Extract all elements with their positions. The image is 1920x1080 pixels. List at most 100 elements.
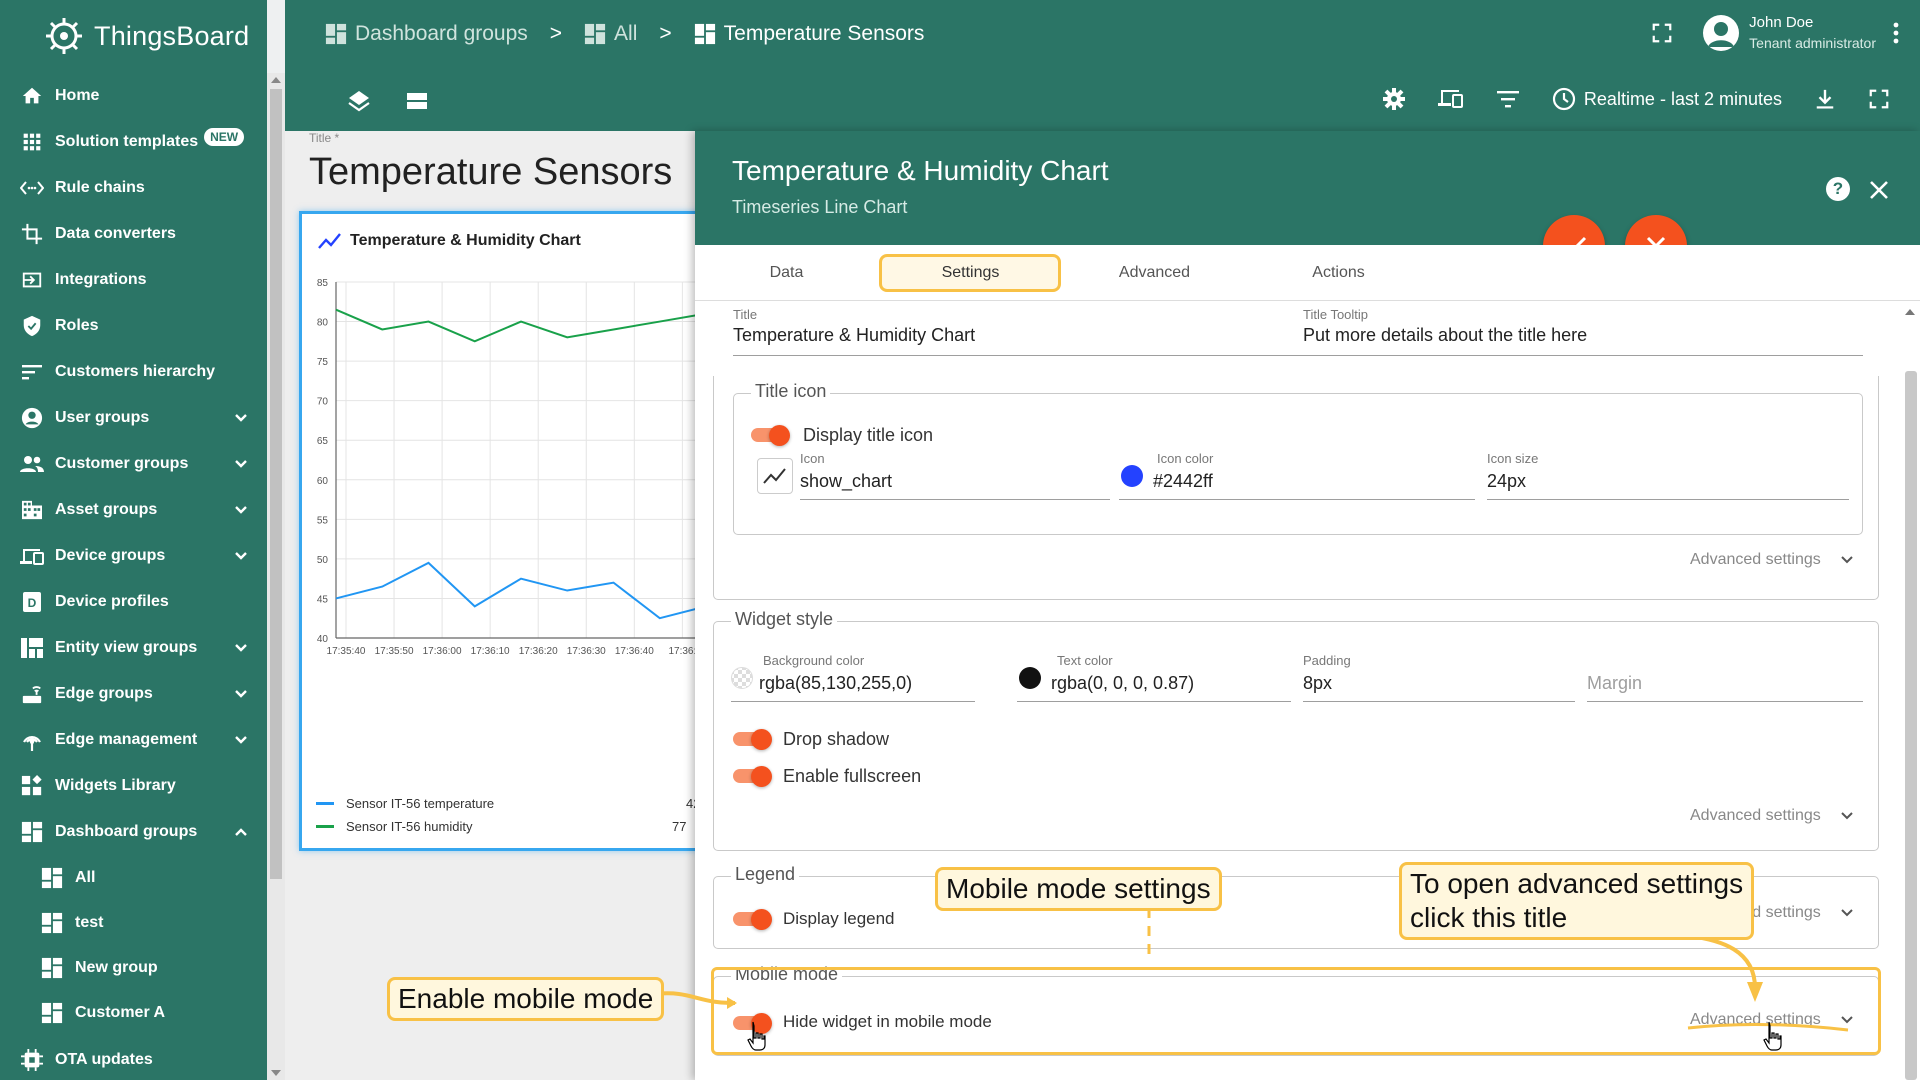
- user-role: Tenant administrator: [1749, 35, 1876, 51]
- title-field[interactable]: Temperature & Humidity Chart: [733, 325, 975, 346]
- scroll-down-icon[interactable]: [271, 1070, 281, 1076]
- sidebar-item-label: Rule chains: [55, 179, 145, 196]
- input-icon: [20, 268, 44, 292]
- text-color-field[interactable]: rgba(0, 0, 0, 0.87): [1051, 673, 1194, 694]
- sidebar-item-asset-groups[interactable]: Asset groups: [0, 487, 267, 533]
- chevron-down-icon[interactable]: [233, 548, 249, 564]
- gear-icon[interactable]: [1382, 87, 1406, 111]
- chevron-down-icon[interactable]: [233, 456, 249, 472]
- tab-actions[interactable]: Actions: [1247, 245, 1430, 301]
- y-tick-label: 65: [317, 436, 329, 447]
- user-menu[interactable]: John Doe Tenant administrator: [1703, 14, 1876, 51]
- text-color-swatch[interactable]: [1019, 667, 1041, 689]
- account-circle-icon: [20, 406, 44, 430]
- scrollbar-thumb[interactable]: [1905, 371, 1917, 1080]
- breadcrumb-all[interactable]: All: [584, 22, 637, 46]
- tooltip-field[interactable]: Put more details about the title here: [1303, 325, 1587, 346]
- sidebar-item-user-groups[interactable]: User groups: [0, 395, 267, 441]
- breadcrumb-dashboard-groups[interactable]: Dashboard groups: [325, 22, 528, 46]
- help-icon[interactable]: ?: [1826, 177, 1850, 201]
- chevron-down-icon[interactable]: [233, 640, 249, 656]
- callout-open-advanced-settings: To open advanced settings click this tit…: [1399, 862, 1755, 940]
- sidebar-scrollbar[interactable]: [267, 73, 285, 1080]
- layers-icon[interactable]: [347, 89, 371, 113]
- y-tick-label: 85: [317, 278, 329, 289]
- scroll-up-icon[interactable]: [271, 77, 281, 83]
- sidebar-item-entity-view-groups[interactable]: Entity view groups: [0, 625, 267, 671]
- sidebar-item-label: User groups: [55, 409, 150, 426]
- sidebar-item-edge-management[interactable]: Edge management: [0, 717, 267, 763]
- sidebar-item-device-groups[interactable]: Device groups: [0, 533, 267, 579]
- view-quilt-icon: [20, 636, 44, 660]
- y-tick-label: 55: [317, 515, 329, 526]
- legend-row[interactable]: Sensor IT-56 humidity 77: [316, 815, 686, 838]
- more-vert-icon[interactable]: [1892, 21, 1900, 45]
- panel-tabs: Data Settings Advanced Actions: [695, 245, 1920, 301]
- chart-widget[interactable]: Temperature & Humidity Chart 85 80 75 70 65 6…: [299, 211, 709, 851]
- chevron-down-icon[interactable]: [233, 686, 249, 702]
- sidebar-item-ota-updates[interactable]: OTA updates: [0, 1035, 267, 1080]
- sidebar-item-label: Home: [55, 87, 100, 104]
- sidebar-item-dashboard-groups[interactable]: Dashboard groups: [0, 809, 267, 855]
- sidebar-item-edge-groups[interactable]: Edge groups: [0, 671, 267, 717]
- x-tick-label: 17:36:00: [423, 646, 462, 657]
- avatar: [1703, 14, 1740, 51]
- sidebar-item-label: Device groups: [55, 547, 166, 564]
- sidebar-item-integrations[interactable]: Integrations: [0, 257, 267, 303]
- sidebar-item-roles[interactable]: Roles: [0, 303, 267, 349]
- brand[interactable]: ThingsBoard: [42, 14, 249, 58]
- margin-field[interactable]: Margin: [1587, 673, 1642, 694]
- sidebar-item-customer-groups[interactable]: Customer groups: [0, 441, 267, 487]
- sidebar-subitem-all[interactable]: All: [0, 855, 267, 900]
- scroll-up-icon[interactable]: [1905, 309, 1915, 315]
- chevron-down-icon[interactable]: [233, 410, 249, 426]
- display-legend-toggle[interactable]: [733, 909, 773, 930]
- sidebar-item-label: Entity view groups: [55, 639, 198, 656]
- sidebar-subitem-new-group[interactable]: New group: [0, 945, 267, 990]
- sidebar-subitem-customer-a[interactable]: Customer A: [0, 990, 267, 1035]
- tab-data[interactable]: Data: [695, 245, 878, 301]
- background-color-field[interactable]: rgba(85,130,255,0): [759, 673, 912, 694]
- sidebar-item-label: Customers hierarchy: [55, 363, 216, 380]
- download-icon[interactable]: [1814, 88, 1836, 110]
- drop-shadow-toggle[interactable]: [733, 729, 773, 750]
- fullscreen-icon[interactable]: [1868, 88, 1890, 110]
- advanced-settings-label: Advanced settings: [1690, 807, 1821, 824]
- dashboard-title[interactable]: Temperature Sensors: [309, 151, 672, 194]
- tab-advanced[interactable]: Advanced: [1063, 245, 1246, 301]
- legend-row[interactable]: Sensor IT-56 temperature 42: [316, 792, 700, 815]
- view-agenda-icon[interactable]: [405, 89, 429, 113]
- sidebar-item-label: Integrations: [55, 271, 147, 288]
- fullscreen-icon[interactable]: [1651, 22, 1673, 44]
- tab-settings[interactable]: Settings: [879, 245, 1062, 301]
- sidebar-item-solution-templates[interactable]: Solution templates NEW: [0, 119, 267, 165]
- sidebar-item-data-converters[interactable]: Data converters: [0, 211, 267, 257]
- display-legend-label: Display legend: [783, 909, 895, 928]
- sidebar-item-label: Solution templates: [55, 133, 199, 150]
- sidebar-item-rule-chains[interactable]: Rule chains: [0, 165, 267, 211]
- filter-icon[interactable]: [1496, 90, 1520, 108]
- chevron-down-icon[interactable]: [233, 732, 249, 748]
- padding-field[interactable]: 8px: [1303, 673, 1332, 694]
- panel-scrollbar[interactable]: [1900, 301, 1920, 1080]
- enable-fullscreen-toggle[interactable]: [733, 766, 773, 787]
- sidebar-item-customers-hierarchy[interactable]: Customers hierarchy: [0, 349, 267, 395]
- sidebar-item-home[interactable]: Home: [0, 73, 267, 119]
- dashboard-area: Title * Temperature Sensors Temperature …: [285, 131, 709, 1080]
- sidebar-subitem-test[interactable]: test: [0, 900, 267, 945]
- timewindow-button[interactable]: Realtime - last 2 minutes: [1552, 87, 1782, 111]
- sidebar-item-widgets-library[interactable]: Widgets Library: [0, 763, 267, 809]
- sidebar-nav: Home Solution templates NEW Rule chains …: [0, 73, 267, 1080]
- shield-icon: [20, 314, 44, 338]
- scrollbar-thumb[interactable]: [270, 89, 282, 879]
- background-color-swatch[interactable]: [731, 667, 753, 689]
- chevron-up-icon[interactable]: [233, 824, 249, 840]
- padding-label: Padding: [1303, 653, 1351, 668]
- dashboard-icon: [694, 23, 715, 45]
- devices-icon[interactable]: [1437, 88, 1464, 110]
- chevron-down-icon[interactable]: [233, 502, 249, 518]
- y-tick-label: 50: [317, 555, 329, 566]
- close-icon[interactable]: [1868, 179, 1890, 201]
- sidebar-item-device-profiles[interactable]: D Device profiles: [0, 579, 267, 625]
- widget-style-advanced-settings[interactable]: Advanced settings: [1690, 807, 1853, 825]
